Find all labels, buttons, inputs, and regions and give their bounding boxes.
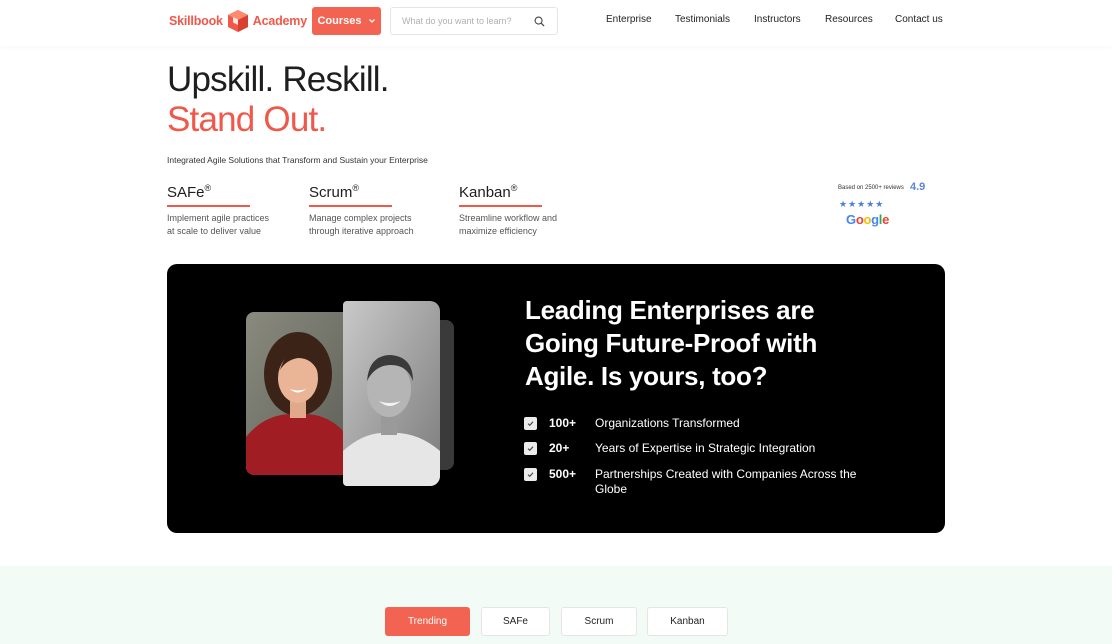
chevron-down-icon [368, 19, 375, 23]
stat-row: 100+ Organizations Transformed [524, 416, 740, 436]
courses-label: Courses [317, 15, 362, 27]
nav-resources[interactable]: Resources [825, 14, 873, 25]
check-icon [524, 468, 537, 481]
logo-text-skillbook: Skillbook [169, 14, 223, 28]
product-title: Scrum® [309, 183, 359, 201]
stat-number: 500+ [549, 467, 577, 481]
hero-tagline: Integrated Agile Solutions that Transfor… [167, 155, 428, 165]
check-icon [524, 417, 537, 430]
product-scrum[interactable]: Scrum® Manage complex projects through i… [309, 183, 419, 239]
rating-based-on: Based on 2500+ reviews [838, 185, 904, 191]
hero-headline-1: Upskill. Reskill. [167, 60, 390, 99]
logo-text-academy: Academy [252, 14, 307, 28]
tab-safe[interactable]: SAFe [481, 607, 550, 636]
product-description: Implement agile practices at scale to de… [167, 212, 270, 237]
hero-headline-2: Stand Out. [167, 100, 327, 139]
stat-row: 20+ Years of Expertise in Strategic Inte… [524, 441, 815, 461]
logo[interactable]: Skillbook Academy [169, 8, 307, 34]
product-title: SAFe® [167, 183, 212, 201]
man-portrait-image [343, 301, 440, 486]
rating-score: 4.9 [910, 181, 926, 193]
tab-trending[interactable]: Trending [385, 607, 470, 636]
card-title: Leading Enterprises are Going Future-Pro… [525, 295, 818, 391]
product-description: Streamline workflow and maximize efficie… [459, 212, 558, 237]
stat-label: Organizations Transformed [595, 416, 740, 430]
check-icon [524, 442, 537, 455]
product-safe[interactable]: SAFe® Implement agile practices at scale… [167, 183, 277, 239]
product-underline [459, 205, 542, 207]
search-box [390, 7, 558, 35]
google-logo: Google [846, 212, 890, 227]
product-title: Kanban® [459, 183, 518, 201]
star-icon: ★★★★★ [839, 199, 885, 209]
stat-number: 20+ [549, 441, 570, 455]
stat-number: 100+ [549, 416, 577, 430]
product-underline [167, 205, 250, 207]
courses-button[interactable]: Courses [312, 7, 381, 35]
tab-kanban[interactable]: Kanban [647, 607, 728, 636]
woman-portrait-image [246, 312, 348, 475]
product-underline [309, 205, 392, 207]
category-section [0, 566, 1112, 644]
product-description: Manage complex projects through iterativ… [309, 212, 414, 237]
nav-contact-us[interactable]: Contact us [895, 14, 943, 25]
nav-enterprise[interactable]: Enterprise [606, 14, 652, 25]
nav-testimonials[interactable]: Testimonials [675, 14, 730, 25]
nav-instructors[interactable]: Instructors [754, 14, 801, 25]
search-icon[interactable] [534, 16, 545, 27]
stat-row: 500+ Partnerships Created with Companies… [524, 467, 856, 501]
tab-scrum[interactable]: Scrum [561, 607, 637, 636]
stat-label: Partnerships Created with Companies Acro… [595, 467, 857, 496]
search-input[interactable] [402, 16, 532, 26]
product-kanban[interactable]: Kanban® Streamline workflow and maximize… [459, 183, 569, 239]
stat-label: Years of Expertise in Strategic Integrat… [595, 441, 816, 455]
logo-cube-icon [227, 10, 248, 32]
